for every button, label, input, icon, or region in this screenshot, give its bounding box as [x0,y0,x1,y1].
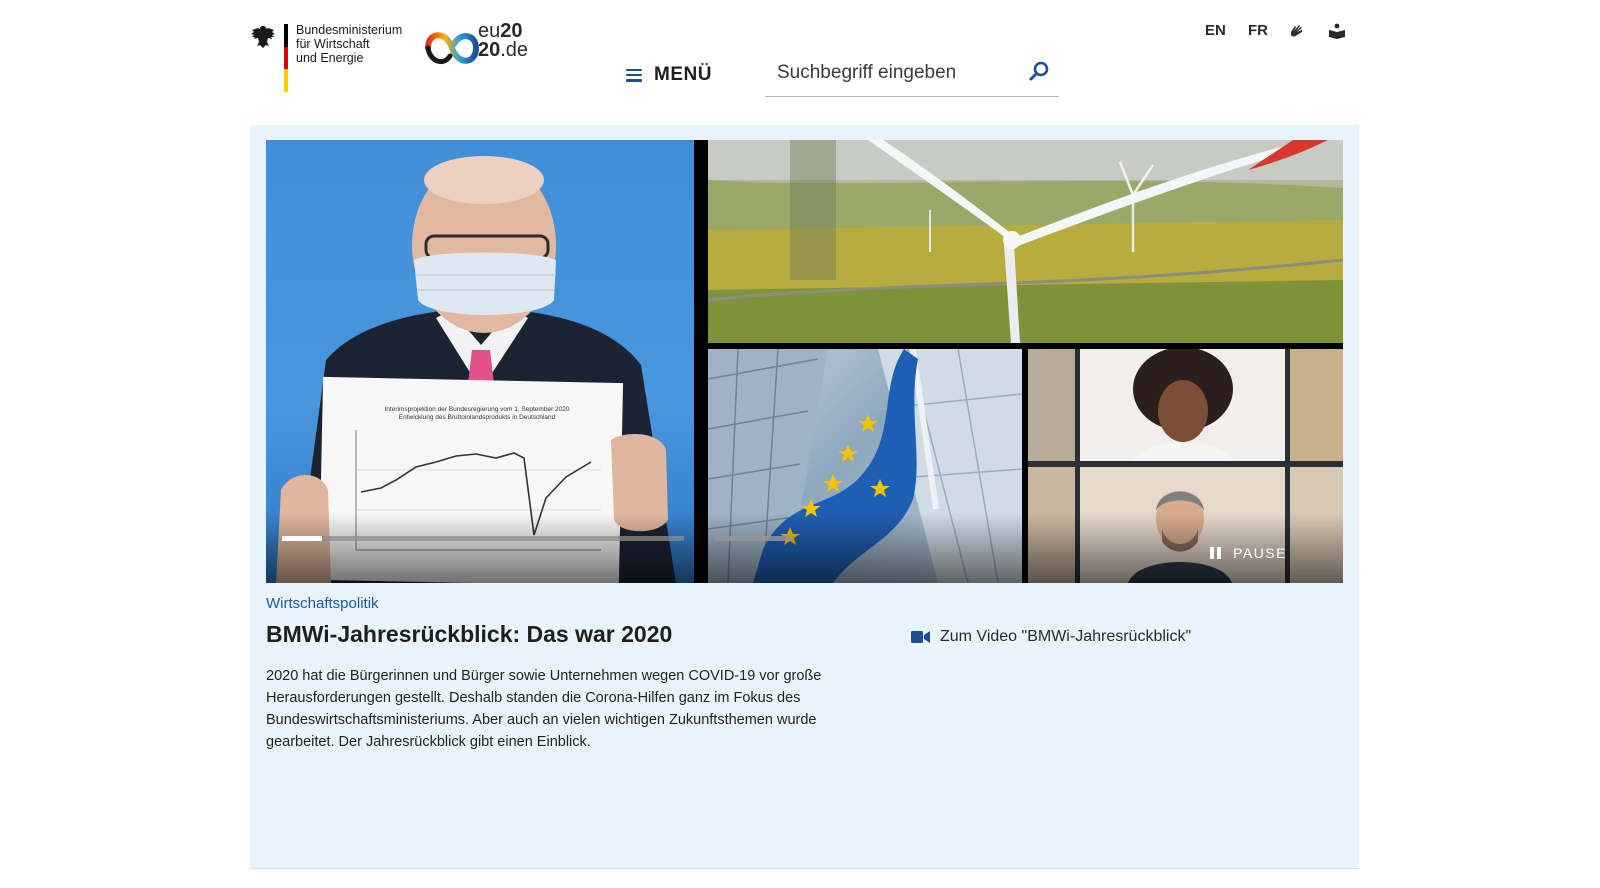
video-link-label: Zum Video "BMWi-Jahresrückblick" [940,628,1192,645]
eu2020-logo[interactable]: eu20 20.de [424,20,554,74]
eu2020-loop-icon [425,32,480,65]
video-controls-overlay [266,513,1343,583]
german-flag-bar [284,24,288,92]
progress-segment-1[interactable] [282,536,322,541]
menu-button[interactable]: MENÜ [626,60,712,90]
chart-title-line-2: Entwicklung des Bruttoinlandsprodukts in… [398,414,556,421]
video-link[interactable]: Zum Video "BMWi-Jahresrückblick" [911,628,1191,646]
ministry-name: Bundesministerium für Wirtschaft und Ene… [296,23,406,65]
wind-turbines-illustration [708,140,1343,343]
ministry-line-2: für Wirtschaft [296,37,370,51]
eu2020-wordmark: eu20 20.de [478,20,529,61]
search-icon[interactable] [1027,60,1051,84]
hamburger-icon [626,68,642,82]
progress-segment-2[interactable] [714,536,792,541]
ministry-line-3: und Energie [296,51,364,65]
sign-language-icon[interactable] [1288,22,1306,40]
menu-label: MENÜ [654,64,712,85]
video-panel-wind-turbines [708,140,1343,343]
pause-button[interactable]: PAUSE [1210,545,1287,561]
progress-segment-1-track[interactable] [322,536,684,541]
article-headline[interactable]: BMWi-Jahresrückblick: Das war 2020 [266,621,672,648]
pause-label: PAUSE [1233,545,1287,561]
search-box [765,52,1059,97]
easy-language-icon[interactable] [1328,22,1346,40]
federal-eagle-icon [251,26,275,48]
site-header: Bundesministerium für Wirtschaft und Ene… [0,0,1600,122]
hero-stage: Interimsprojektion der Bundesregierung v… [250,125,1359,869]
language-en[interactable]: EN [1205,22,1226,39]
pause-icon [1210,547,1222,559]
chart-title-line-1: Interimsprojektion der Bundesregierung v… [384,406,570,413]
article-teaser: 2020 hat die Bürgerinnen und Bürger sowi… [266,668,822,750]
language-fr[interactable]: FR [1248,22,1268,39]
search-input[interactable] [777,58,1017,88]
category-link[interactable]: Wirtschaftspolitik [266,595,379,612]
ministry-line-1: Bundesministerium [296,23,403,37]
hero-video[interactable]: Interimsprojektion der Bundesregierung v… [266,140,1343,583]
bmwi-logo[interactable]: Bundesministerium für Wirtschaft und Ene… [250,20,402,96]
video-camera-icon [911,631,930,643]
